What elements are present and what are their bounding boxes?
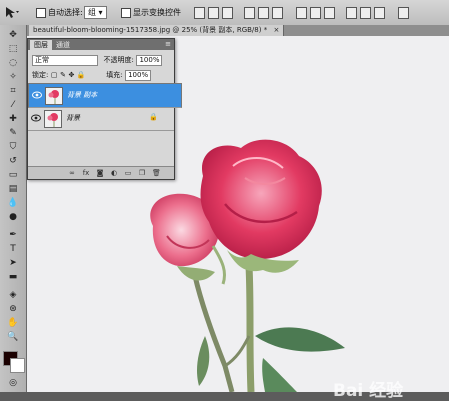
align-top-button[interactable]: [194, 7, 205, 19]
opacity-input[interactable]: 100%: [136, 55, 163, 66]
healing-brush-icon[interactable]: ✚: [5, 113, 21, 125]
tools-panel: ✥ ⬚ ◌ ✧ ⌗ ⁄ ✚ ✎ ⛉ ↺ ▭ ▤ 💧 ● ✒ T ➤ ▬ ◈ ⊛ …: [0, 25, 27, 392]
hand-icon[interactable]: ✋: [5, 317, 21, 329]
layer-thumbnail: [44, 110, 62, 128]
blend-mode-select[interactable]: 正常: [32, 55, 98, 66]
layers-panel-tabs: 图层 通道 ≡: [28, 39, 174, 50]
gradient-icon[interactable]: ▤: [5, 183, 21, 195]
lock-icon: 🔒: [149, 113, 158, 121]
distribute-top-button[interactable]: [296, 7, 307, 19]
layer-name: 背景 副本: [67, 91, 98, 99]
eraser-icon[interactable]: ▭: [5, 169, 21, 181]
adjustment-layer-icon[interactable]: ◐: [110, 169, 118, 177]
new-layer-icon[interactable]: ❐: [138, 169, 146, 177]
eye-icon[interactable]: [31, 114, 41, 122]
options-bar: 自动选择: 组 ▾ 显示变换控件: [0, 0, 449, 26]
align-vcenter-button[interactable]: [208, 7, 219, 19]
blur-icon[interactable]: 💧: [5, 197, 21, 209]
document-tab[interactable]: beautiful-bloom-blooming-1517358.jpg @ 2…: [29, 25, 285, 36]
auto-select-dropdown[interactable]: 组 ▾: [84, 6, 107, 19]
move-tool-icon[interactable]: [4, 6, 20, 19]
layer-style-icon[interactable]: fx: [82, 169, 90, 177]
lasso-icon[interactable]: ◌: [5, 57, 21, 69]
dodge-icon[interactable]: ●: [5, 211, 21, 223]
crop-icon[interactable]: ⌗: [5, 85, 21, 97]
align-bottom-button[interactable]: [222, 7, 233, 19]
lock-fill-row: 锁定: ▢ ✎ ✥ 🔒 填充: 100%: [32, 69, 152, 81]
panel-menu-icon[interactable]: ≡: [165, 40, 171, 48]
blend-opacity-row: 正常 不透明度: 100%: [32, 54, 163, 66]
baidu-watermark: Bai 经验: [333, 376, 403, 401]
align-hcenter-button[interactable]: [258, 7, 269, 19]
delete-layer-icon[interactable]: 🗑: [152, 169, 161, 177]
distribute-left-button[interactable]: [346, 7, 357, 19]
lock-all-icon[interactable]: 🔒: [77, 71, 86, 79]
auto-select-label: 自动选择:: [48, 8, 83, 17]
layer-thumbnail: [45, 87, 63, 105]
magic-wand-icon[interactable]: ✧: [5, 71, 21, 83]
tab-layers[interactable]: 图层: [30, 40, 52, 50]
opacity-label: 不透明度:: [103, 56, 134, 64]
tab-channels[interactable]: 通道: [52, 40, 74, 50]
document-title: beautiful-bloom-blooming-1517358.jpg @ 2…: [33, 26, 268, 34]
brush-icon[interactable]: ✎: [5, 127, 21, 139]
add-mask-icon[interactable]: ◙: [96, 169, 104, 177]
eye-icon[interactable]: [32, 91, 42, 99]
zoom-icon[interactable]: 🔍: [5, 331, 21, 343]
background-color-swatch[interactable]: [10, 358, 25, 373]
lock-pixels-icon[interactable]: ✎: [60, 71, 66, 79]
auto-select-value: 组: [88, 8, 96, 17]
layers-panel: 图层 通道 ≡ 正常 不透明度: 100% 锁定: ▢ ✎ ✥ 🔒 填充: 10…: [27, 38, 182, 180]
layer-name: 背景: [66, 114, 80, 122]
layer-row[interactable]: 背景 🔒: [28, 107, 174, 131]
show-transform-label: 显示变换控件: [133, 8, 181, 17]
lock-position-icon[interactable]: ✥: [69, 71, 75, 79]
path-selection-icon[interactable]: ➤: [5, 257, 21, 269]
eyedropper-icon[interactable]: ⁄: [5, 99, 21, 111]
show-transform-check[interactable]: [121, 7, 131, 18]
fill-input[interactable]: 100%: [125, 70, 152, 81]
document-tab-bar: beautiful-bloom-blooming-1517358.jpg @ 2…: [27, 25, 449, 36]
align-left-button[interactable]: [244, 7, 255, 19]
auto-select-check[interactable]: [36, 7, 46, 18]
distribute-bottom-button[interactable]: [324, 7, 335, 19]
distribute-vcenter-button[interactable]: [310, 7, 321, 19]
distribute-hcenter-button[interactable]: [360, 7, 371, 19]
watermark-text: Bai 经验: [333, 381, 404, 401]
distribute-right-button[interactable]: [374, 7, 385, 19]
lock-label: 锁定:: [32, 71, 49, 79]
close-icon[interactable]: ×: [273, 26, 279, 34]
3d-rotate-icon[interactable]: ◈: [5, 289, 21, 301]
layers-footer: ∞ fx ◙ ◐ ▭ ❐ 🗑: [28, 166, 174, 179]
fill-label: 填充:: [106, 71, 123, 79]
clone-stamp-icon[interactable]: ⛉: [5, 141, 21, 153]
chevron-down-icon: ▾: [98, 8, 103, 17]
new-group-icon[interactable]: ▭: [124, 169, 132, 177]
type-icon[interactable]: T: [5, 243, 21, 255]
marquee-icon[interactable]: ⬚: [5, 43, 21, 55]
3d-orbit-icon[interactable]: ⊛: [5, 303, 21, 315]
blend-mode-value: 正常: [35, 56, 49, 64]
pen-icon[interactable]: ✒: [5, 229, 21, 241]
shape-icon[interactable]: ▬: [5, 271, 21, 283]
align-right-button[interactable]: [272, 7, 283, 19]
link-layers-icon[interactable]: ∞: [68, 169, 76, 177]
auto-select-checkbox[interactable]: 自动选择:: [36, 6, 83, 19]
show-transform-checkbox[interactable]: 显示变换控件: [121, 6, 181, 19]
move-icon[interactable]: ✥: [5, 29, 21, 41]
auto-align-button[interactable]: [398, 7, 409, 19]
history-brush-icon[interactable]: ↺: [5, 155, 21, 167]
lock-transparent-icon[interactable]: ▢: [51, 71, 58, 79]
layer-row[interactable]: 背景 副本: [28, 83, 182, 108]
quick-mask-icon[interactable]: ◎: [5, 377, 21, 389]
